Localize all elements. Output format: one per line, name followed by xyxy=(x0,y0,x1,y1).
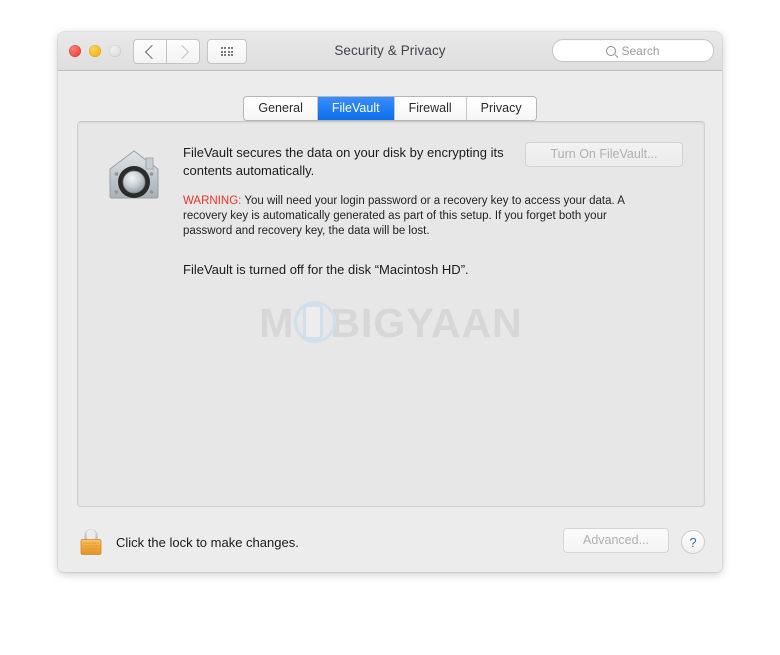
filevault-description-block: FileVault secures the data on your disk … xyxy=(183,144,513,180)
window-body: General FileVault Firewall Privacy FileV… xyxy=(58,71,722,572)
tab-privacy[interactable]: Privacy xyxy=(466,97,536,120)
watermark: M BIGYAAN xyxy=(78,300,704,347)
filevault-icon xyxy=(109,150,159,199)
search-placeholder: Search xyxy=(621,43,660,58)
filevault-status: FileVault is turned off for the disk “Ma… xyxy=(183,262,469,277)
turn-on-filevault-button[interactable]: Turn On FileVault... xyxy=(525,142,683,167)
filevault-warning: WARNING: You will need your login passwo… xyxy=(183,194,639,239)
unlocked-padlock-icon[interactable] xyxy=(78,527,104,557)
tab-firewall[interactable]: Firewall xyxy=(394,97,467,120)
help-button[interactable]: ? xyxy=(681,530,705,554)
tab-filevault[interactable]: FileVault xyxy=(317,97,395,120)
search-input[interactable]: Search xyxy=(552,39,714,62)
watermark-text-before: M xyxy=(259,300,295,346)
screen: Security & Privacy Search General FileVa… xyxy=(0,0,780,655)
tab-bar: General FileVault Firewall Privacy xyxy=(58,96,722,121)
warning-text: You will need your login password or a r… xyxy=(183,195,625,237)
filevault-panel: FileVault secures the data on your disk … xyxy=(77,121,705,507)
lock-label: Click the lock to make changes. xyxy=(116,534,299,550)
filevault-description: FileVault secures the data on your disk … xyxy=(183,145,504,178)
warning-label: WARNING: xyxy=(183,195,242,207)
phone-icon xyxy=(294,300,337,344)
window-titlebar: Security & Privacy Search xyxy=(58,32,722,71)
preferences-window: Security & Privacy Search General FileVa… xyxy=(58,32,722,572)
watermark-text-after: BIGYAAN xyxy=(330,300,523,346)
advanced-button[interactable]: Advanced... xyxy=(563,528,669,553)
lock-row[interactable]: Click the lock to make changes. xyxy=(78,527,299,557)
search-icon xyxy=(606,45,617,56)
tab-general[interactable]: General xyxy=(244,97,318,120)
